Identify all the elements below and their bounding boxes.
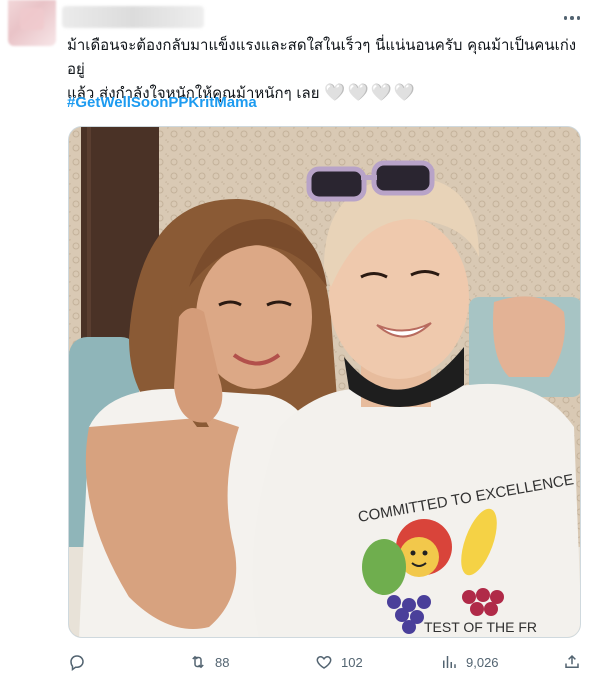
heart-icon <box>316 655 332 669</box>
tweet-card[interactable]: ม้าเดือนจะต้องกลับมาแข็งแรงและสดใสในเร็ว… <box>0 0 597 682</box>
reply-bubble-icon <box>70 655 84 671</box>
views-count: 9,026 <box>466 654 499 670</box>
hashtag-link[interactable]: #GetWellSoonPPKritMama <box>67 92 257 114</box>
share-upload-icon <box>565 654 579 668</box>
author-name-blurred[interactable] <box>62 6 204 28</box>
tweet-photo[interactable]: COMMITTED TO EXCELLENCE TEST OF THE FR <box>68 126 581 638</box>
photo-illustration: COMMITTED TO EXCELLENCE TEST OF THE FR <box>69 127 580 637</box>
retweet-icon <box>192 655 204 669</box>
retweet-count: 88 <box>215 654 230 670</box>
tweet-text-line-1: ม้าเดือนจะต้องกลับมาแข็งแรงและสดใสในเร็ว… <box>67 36 577 78</box>
tweet-actions: 88 102 9,026 <box>0 648 597 676</box>
retweet-button[interactable]: 88 <box>189 648 229 676</box>
bar-chart-icon <box>443 656 456 668</box>
reply-button[interactable] <box>68 648 94 676</box>
like-button[interactable]: 102 <box>315 648 363 676</box>
white-heart-emojis: 🤍🤍🤍🤍 <box>324 83 417 103</box>
share-button[interactable] <box>563 648 581 676</box>
shirt-bottom-text: TEST OF THE FR <box>424 619 537 635</box>
views-button[interactable]: 9,026 <box>440 648 499 676</box>
avatar[interactable] <box>8 0 56 46</box>
like-count: 102 <box>341 654 363 670</box>
more-horizontal-icon[interactable] <box>560 8 584 28</box>
